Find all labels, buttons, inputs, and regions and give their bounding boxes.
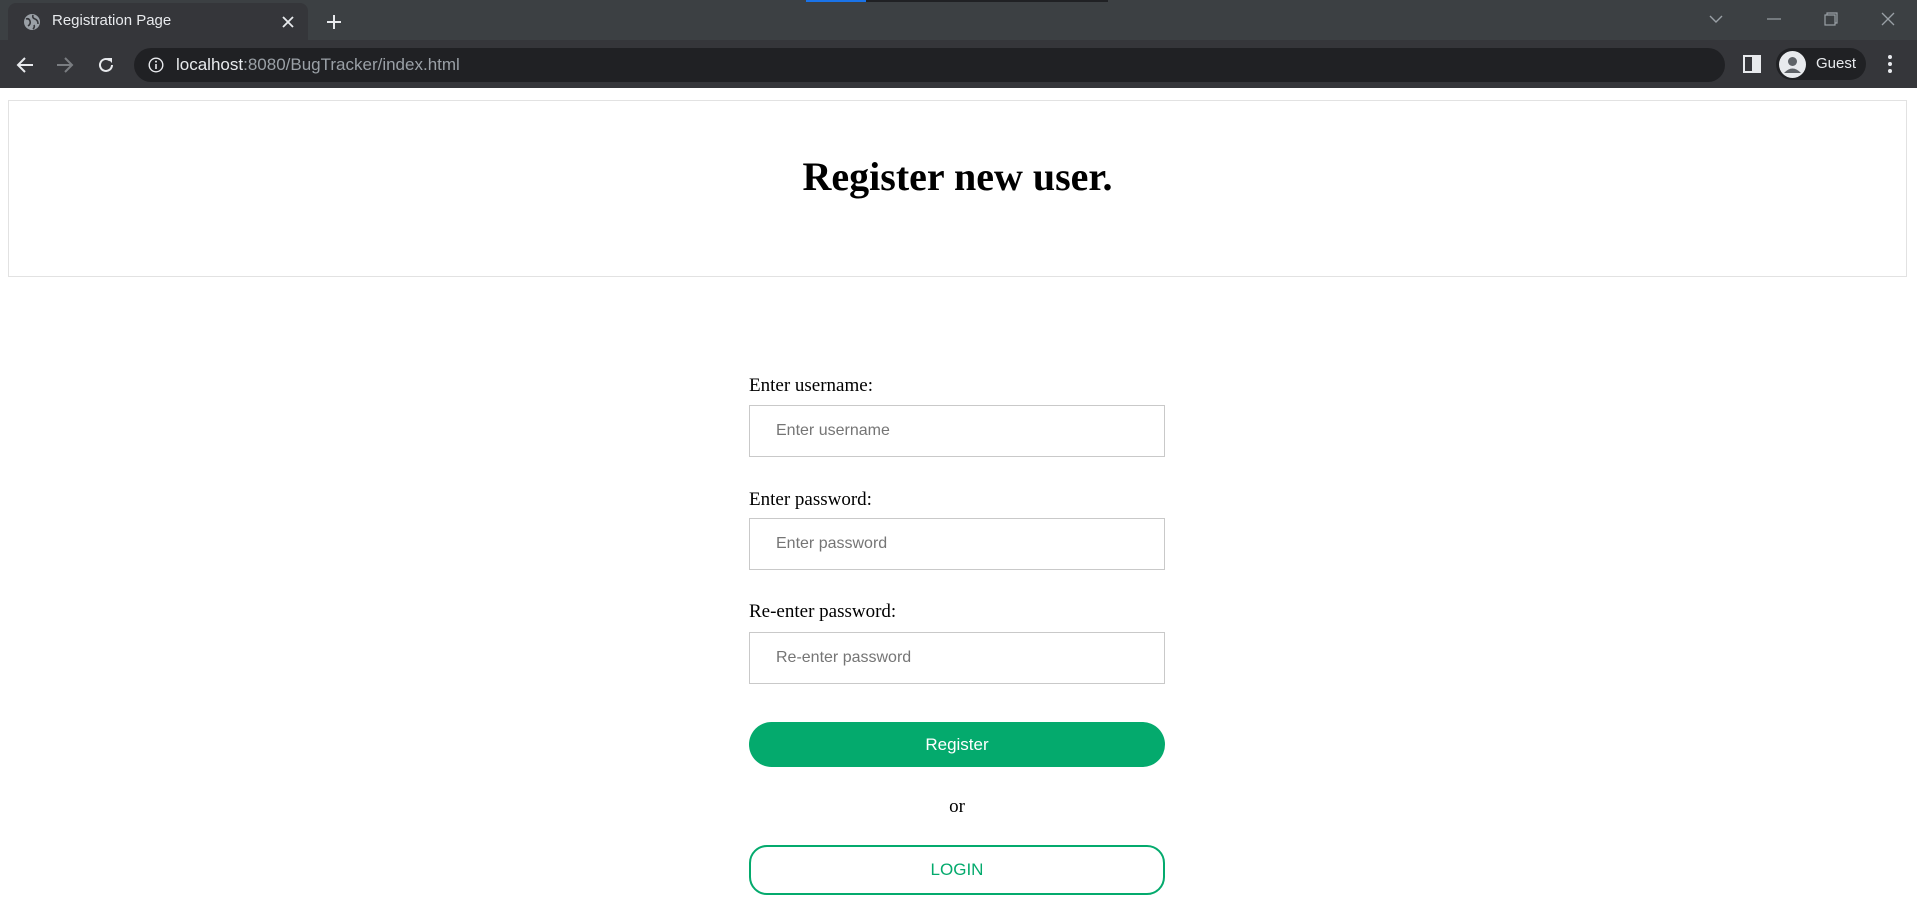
url-path: :8080/BugTracker/index.html: [243, 55, 460, 74]
profile-name: Guest: [1816, 55, 1857, 72]
person-icon: [1779, 51, 1806, 78]
tab-title: Registration Page: [52, 12, 172, 29]
browser-toolbar: localhost:8080/BugTracker/index.html Gue…: [0, 40, 1917, 88]
confirm-password-input[interactable]: [749, 632, 1165, 684]
loading-progress-bar: [806, 0, 1108, 2]
back-arrow-icon[interactable]: [12, 52, 38, 78]
reload-icon[interactable]: [93, 52, 119, 78]
close-window-icon[interactable]: [1876, 7, 1900, 31]
url-text[interactable]: localhost:8080/BugTracker/index.html: [176, 55, 460, 75]
login-button[interactable]: LOGIN: [749, 845, 1165, 895]
kebab-menu-icon[interactable]: [1880, 54, 1900, 74]
forward-arrow-icon[interactable]: [52, 52, 78, 78]
confirm-password-label: Re-enter password:: [749, 601, 897, 622]
tab-search-chevron-icon[interactable]: [1704, 7, 1728, 31]
password-label: Enter password:: [749, 489, 872, 510]
globe-icon: [24, 14, 40, 30]
page-header: Register new user.: [8, 100, 1907, 277]
page-title: Register new user.: [802, 154, 1113, 199]
url-host: localhost: [176, 55, 244, 74]
password-input[interactable]: [749, 518, 1165, 570]
browser-tabstrip: Registration Page: [0, 0, 1917, 40]
address-bar[interactable]: localhost:8080/BugTracker/index.html: [134, 48, 1725, 82]
browser-tab-active[interactable]: Registration Page: [8, 3, 308, 40]
side-panel-icon[interactable]: [1742, 54, 1762, 74]
profile-button[interactable]: Guest: [1776, 48, 1866, 80]
close-tab-icon[interactable]: [278, 12, 298, 32]
username-input[interactable]: [749, 405, 1165, 457]
minimize-icon[interactable]: [1762, 7, 1786, 31]
loading-progress-fill: [806, 0, 866, 2]
info-icon[interactable]: [148, 57, 164, 73]
register-button[interactable]: Register: [749, 722, 1165, 767]
username-label: Enter username:: [749, 375, 873, 396]
restore-icon[interactable]: [1819, 7, 1843, 31]
new-tab-icon[interactable]: [322, 10, 346, 34]
or-separator: or: [949, 796, 965, 817]
